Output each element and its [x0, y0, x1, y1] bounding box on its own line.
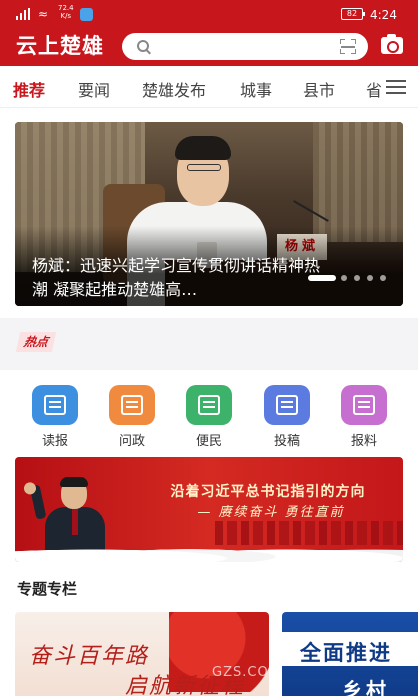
entry-label: 读报 — [41, 434, 68, 449]
tab-counties[interactable]: 县市 — [303, 77, 335, 101]
column-card[interactable]: 奋斗百年路 启航新征程 — [15, 612, 269, 696]
question-message-icon — [109, 385, 155, 425]
carousel-dot — [354, 275, 360, 281]
watermark: GZS.COM — [212, 665, 281, 680]
entry-label: 投稿 — [273, 434, 300, 449]
news-carousel[interactable]: 杨斌 杨斌：迅速兴起学习宣传贯彻讲话精神热潮 凝聚起推动楚雄高… — [15, 122, 403, 306]
tab-recommend[interactable]: 推荐 — [13, 77, 45, 101]
network-speed: 72.4 K/s — [58, 4, 74, 20]
submit-document-icon — [264, 385, 310, 425]
status-bar: ≈ 72.4 K/s 82 4:24 — [0, 0, 418, 28]
carousel-dot — [367, 275, 373, 281]
carousel-dot-active — [308, 275, 336, 281]
promo-banner[interactable]: 沿着习近平总书记指引的方向 — 赓续奋斗 勇往直前 — [15, 457, 403, 562]
column-card-line1: 全面推进 — [300, 641, 392, 665]
promo-slogan: 沿着习近平总书记指引的方向 — [170, 484, 366, 500]
entry-label: 报料 — [350, 434, 377, 449]
home-icon — [186, 385, 232, 425]
entry-label: 问政 — [118, 434, 145, 449]
channel-tabs: 推荐 要闻 楚雄发布 城事 县市 省 — [0, 66, 418, 108]
section-title: 专题专栏 — [17, 580, 78, 598]
network-speed-value: 72.4 — [58, 4, 74, 12]
column-card-line1: 奋斗百年路 — [29, 644, 150, 669]
carousel-dot — [380, 275, 386, 281]
network-speed-unit: K/s — [60, 12, 72, 20]
scan-icon[interactable] — [340, 39, 356, 54]
tab-chuxiong-release[interactable]: 楚雄发布 — [142, 77, 206, 101]
camera-icon[interactable] — [381, 34, 403, 54]
status-time: 4:24 — [370, 8, 397, 22]
wifi-icon: ≈ — [38, 7, 49, 21]
menu-icon[interactable] — [386, 80, 406, 94]
column-card-line2: 乡村 — [342, 678, 390, 696]
banner-caption[interactable]: 杨斌：迅速兴起学习宣传贯彻讲话精神热潮 凝聚起推动楚雄高… — [32, 254, 332, 302]
hot-tag[interactable]: 热点 — [15, 332, 57, 352]
entry-label: 便民 — [195, 434, 222, 449]
chat-bubble-icon — [341, 385, 387, 425]
hot-section: 热点 — [0, 318, 418, 370]
signal-icon — [16, 8, 30, 20]
battery-icon: 82 — [341, 8, 365, 20]
app-logo: 云上楚雄 — [16, 34, 104, 58]
entry-read-newspaper[interactable]: 读报 — [29, 385, 81, 449]
tab-province[interactable]: 省 — [366, 77, 384, 101]
tab-headlines[interactable]: 要闻 — [78, 77, 110, 101]
carousel-dot — [341, 275, 347, 281]
app-header: ≈ 72.4 K/s 82 4:24 云上楚雄 — [0, 0, 418, 66]
search-icon — [137, 40, 149, 52]
entry-ask-government[interactable]: 问政 — [106, 385, 158, 449]
newspaper-icon — [32, 385, 78, 425]
tab-city[interactable]: 城事 — [240, 77, 272, 101]
column-card[interactable]: 全面推进 乡村 — [282, 612, 418, 696]
promo-subtitle: — 赓续奋斗 勇往直前 — [197, 505, 345, 520]
entry-news-tip[interactable]: 报料 — [338, 385, 390, 449]
notification-app-icon — [80, 8, 93, 21]
entry-convenience[interactable]: 便民 — [183, 385, 235, 449]
entry-submit-article[interactable]: 投稿 — [261, 385, 313, 449]
search-input[interactable] — [122, 33, 368, 60]
